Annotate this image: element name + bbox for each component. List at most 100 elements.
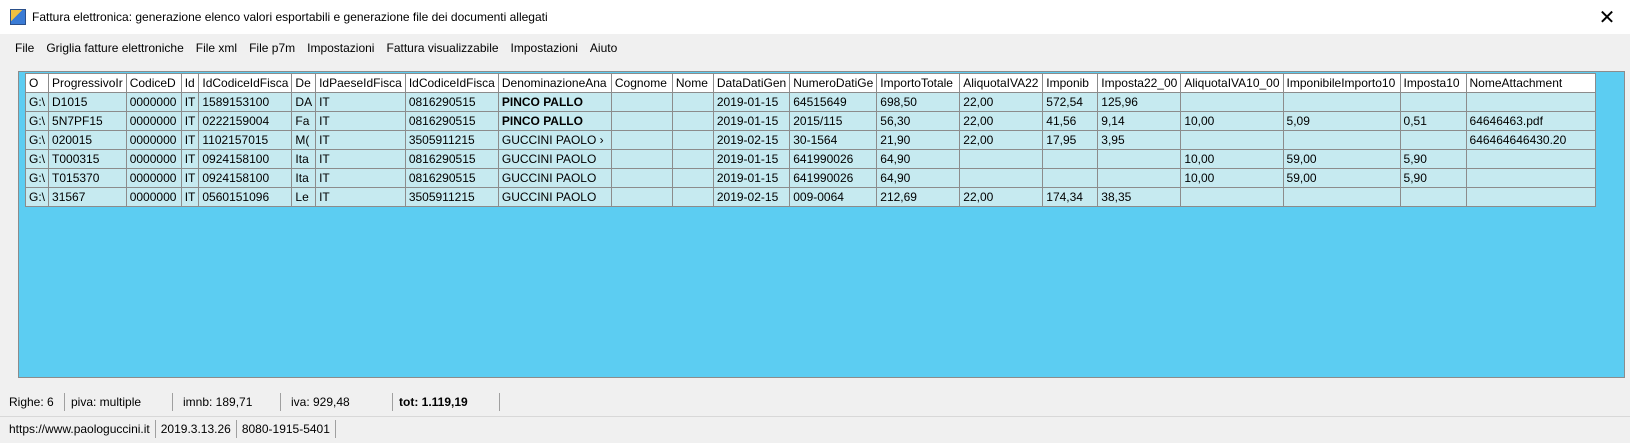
table-cell[interactable]: 56,30 [876,111,961,131]
column-header[interactable]: Imponib [1042,73,1099,93]
table-cell[interactable]: 0222159004 [198,111,293,131]
table-cell[interactable]: 009-0064 [789,187,878,207]
table-cell[interactable]: 0000000 [125,92,182,112]
table-cell[interactable]: 22,00 [959,111,1044,131]
table-cell[interactable] [1465,149,1596,169]
table-cell[interactable] [1282,92,1401,112]
table-cell[interactable]: 0560151096 [198,187,293,207]
table-cell[interactable]: 2019-02-15 [712,187,791,207]
table-cell[interactable] [610,130,673,150]
table-row[interactable]: G:\ T015370 0000000 IT 0924158100 Ita IT 081629… [24,168,1596,188]
close-button[interactable]: ✕ [1584,0,1630,34]
table-cell[interactable]: 38,35 [1097,187,1182,207]
table-cell[interactable]: IT [315,187,406,207]
table-cell[interactable] [610,92,673,112]
table-cell[interactable] [1399,130,1467,150]
column-header[interactable]: De [291,73,317,93]
table-cell[interactable] [671,111,714,131]
table-cell[interactable] [1282,130,1401,150]
column-header[interactable]: DenominazioneAna [497,73,612,93]
table-cell[interactable]: GUCCINI PAOLO [497,187,612,207]
table-cell[interactable] [959,168,1044,188]
table-cell[interactable]: 0000000 [125,130,182,150]
table-cell[interactable] [1097,149,1182,169]
column-header[interactable]: NumeroDatiGe [789,73,878,93]
table-cell[interactable] [959,149,1044,169]
table-cell[interactable] [671,130,714,150]
table-cell[interactable]: 0000000 [125,149,182,169]
column-header[interactable]: ProgressivoIr [48,73,127,93]
table-cell[interactable]: G:\ [24,111,50,131]
table-cell[interactable]: 64,90 [876,168,961,188]
table-cell[interactable]: Ita [291,168,317,188]
table-cell[interactable]: G:\ [24,149,50,169]
menu-griglia-fatture[interactable]: Griglia fatture elettroniche [40,41,189,55]
table-cell[interactable]: 646464646430.20 [1465,130,1596,150]
invoice-grid[interactable]: O ProgressivoIr CodiceD Id IdCodiceIdFisca De… [18,71,1625,378]
table-row[interactable]: G:\ 31567 0000000 IT 0560151096 Le IT 350591121… [24,187,1596,207]
table-cell[interactable]: Fa [291,111,317,131]
table-cell[interactable]: 0924158100 [198,149,293,169]
table-cell[interactable]: 31567 [48,187,127,207]
column-header[interactable]: O [24,73,50,93]
table-cell[interactable]: 0000000 [125,111,182,131]
table-cell[interactable]: 5,09 [1282,111,1401,131]
table-cell[interactable] [1042,168,1099,188]
table-cell[interactable]: 0816290515 [404,92,499,112]
column-header[interactable]: ImponibileImporto10 [1282,73,1401,93]
table-cell[interactable]: IT [315,168,406,188]
table-row[interactable]: G:\ T000315 0000000 IT 0924158100 Ita IT 081629… [24,149,1596,169]
table-cell[interactable]: IT [180,168,200,188]
table-cell[interactable]: 41,56 [1042,111,1099,131]
table-cell[interactable]: 9,14 [1097,111,1182,131]
table-cell[interactable]: 0000000 [125,187,182,207]
table-cell[interactable]: 10,00 [1180,168,1284,188]
table-cell[interactable] [610,111,673,131]
column-header[interactable]: Nome [671,73,714,93]
column-header[interactable]: Imposta10 [1399,73,1467,93]
table-cell[interactable]: IT [315,92,406,112]
column-header[interactable]: AliquotaIVA10_00 [1180,73,1284,93]
table-row[interactable]: G:\ D1015 0000000 IT 1589153100 DA IT 081629051… [24,92,1596,112]
table-row[interactable]: G:\ 5N7PF15 0000000 IT 0222159004 Fa IT 0816290… [24,111,1596,131]
table-cell[interactable]: Le [291,187,317,207]
table-cell[interactable]: PINCO PALLO [497,92,612,112]
menu-impostazioni-2[interactable]: Impostazioni [505,41,584,55]
table-cell[interactable]: 2019-01-15 [712,168,791,188]
table-cell[interactable]: 2019-01-15 [712,92,791,112]
menu-impostazioni[interactable]: Impostazioni [301,41,380,55]
table-cell[interactable]: 2019-01-15 [712,149,791,169]
column-header[interactable]: CodiceD [125,73,182,93]
table-cell[interactable]: 3505911215 [404,130,499,150]
table-cell[interactable]: 59,00 [1282,149,1401,169]
menu-aiuto[interactable]: Aiuto [584,41,623,55]
table-cell[interactable]: 64646463.pdf [1465,111,1596,131]
menu-file-p7m[interactable]: File p7m [243,41,301,55]
column-header[interactable]: ImportoTotale [876,73,961,93]
column-header[interactable]: IdCodiceIdFisca [198,73,293,93]
table-cell[interactable]: 174,34 [1042,187,1099,207]
table-cell[interactable]: 1589153100 [198,92,293,112]
table-cell[interactable] [1399,187,1467,207]
table-cell[interactable]: T015370 [48,168,127,188]
table-cell[interactable]: IT [315,149,406,169]
table-cell[interactable] [1399,92,1467,112]
column-header[interactable]: DataDatiGen [712,73,791,93]
table-cell[interactable]: 1102157015 [198,130,293,150]
table-cell[interactable]: GUCCINI PAOLO [497,149,612,169]
table-cell[interactable]: 0816290515 [404,149,499,169]
table-cell[interactable] [1180,130,1284,150]
table-cell[interactable]: IT [180,130,200,150]
table-cell[interactable]: GUCCINI PAOLO [497,168,612,188]
table-cell[interactable]: GUCCINI PAOLO › [497,130,612,150]
table-cell[interactable]: 0000000 [125,168,182,188]
table-cell[interactable]: IT [180,92,200,112]
table-cell[interactable]: 30-1564 [789,130,878,150]
table-cell[interactable] [610,168,673,188]
table-cell[interactable] [1180,92,1284,112]
menu-fattura-visualizzabile[interactable]: Fattura visualizzabile [380,41,504,55]
footer-url[interactable]: https://www.paologuccini.it [9,419,156,438]
column-header[interactable]: IdPaeseIdFisca [315,73,406,93]
table-cell[interactable]: PINCO PALLO [497,111,612,131]
table-cell[interactable]: 17,95 [1042,130,1099,150]
